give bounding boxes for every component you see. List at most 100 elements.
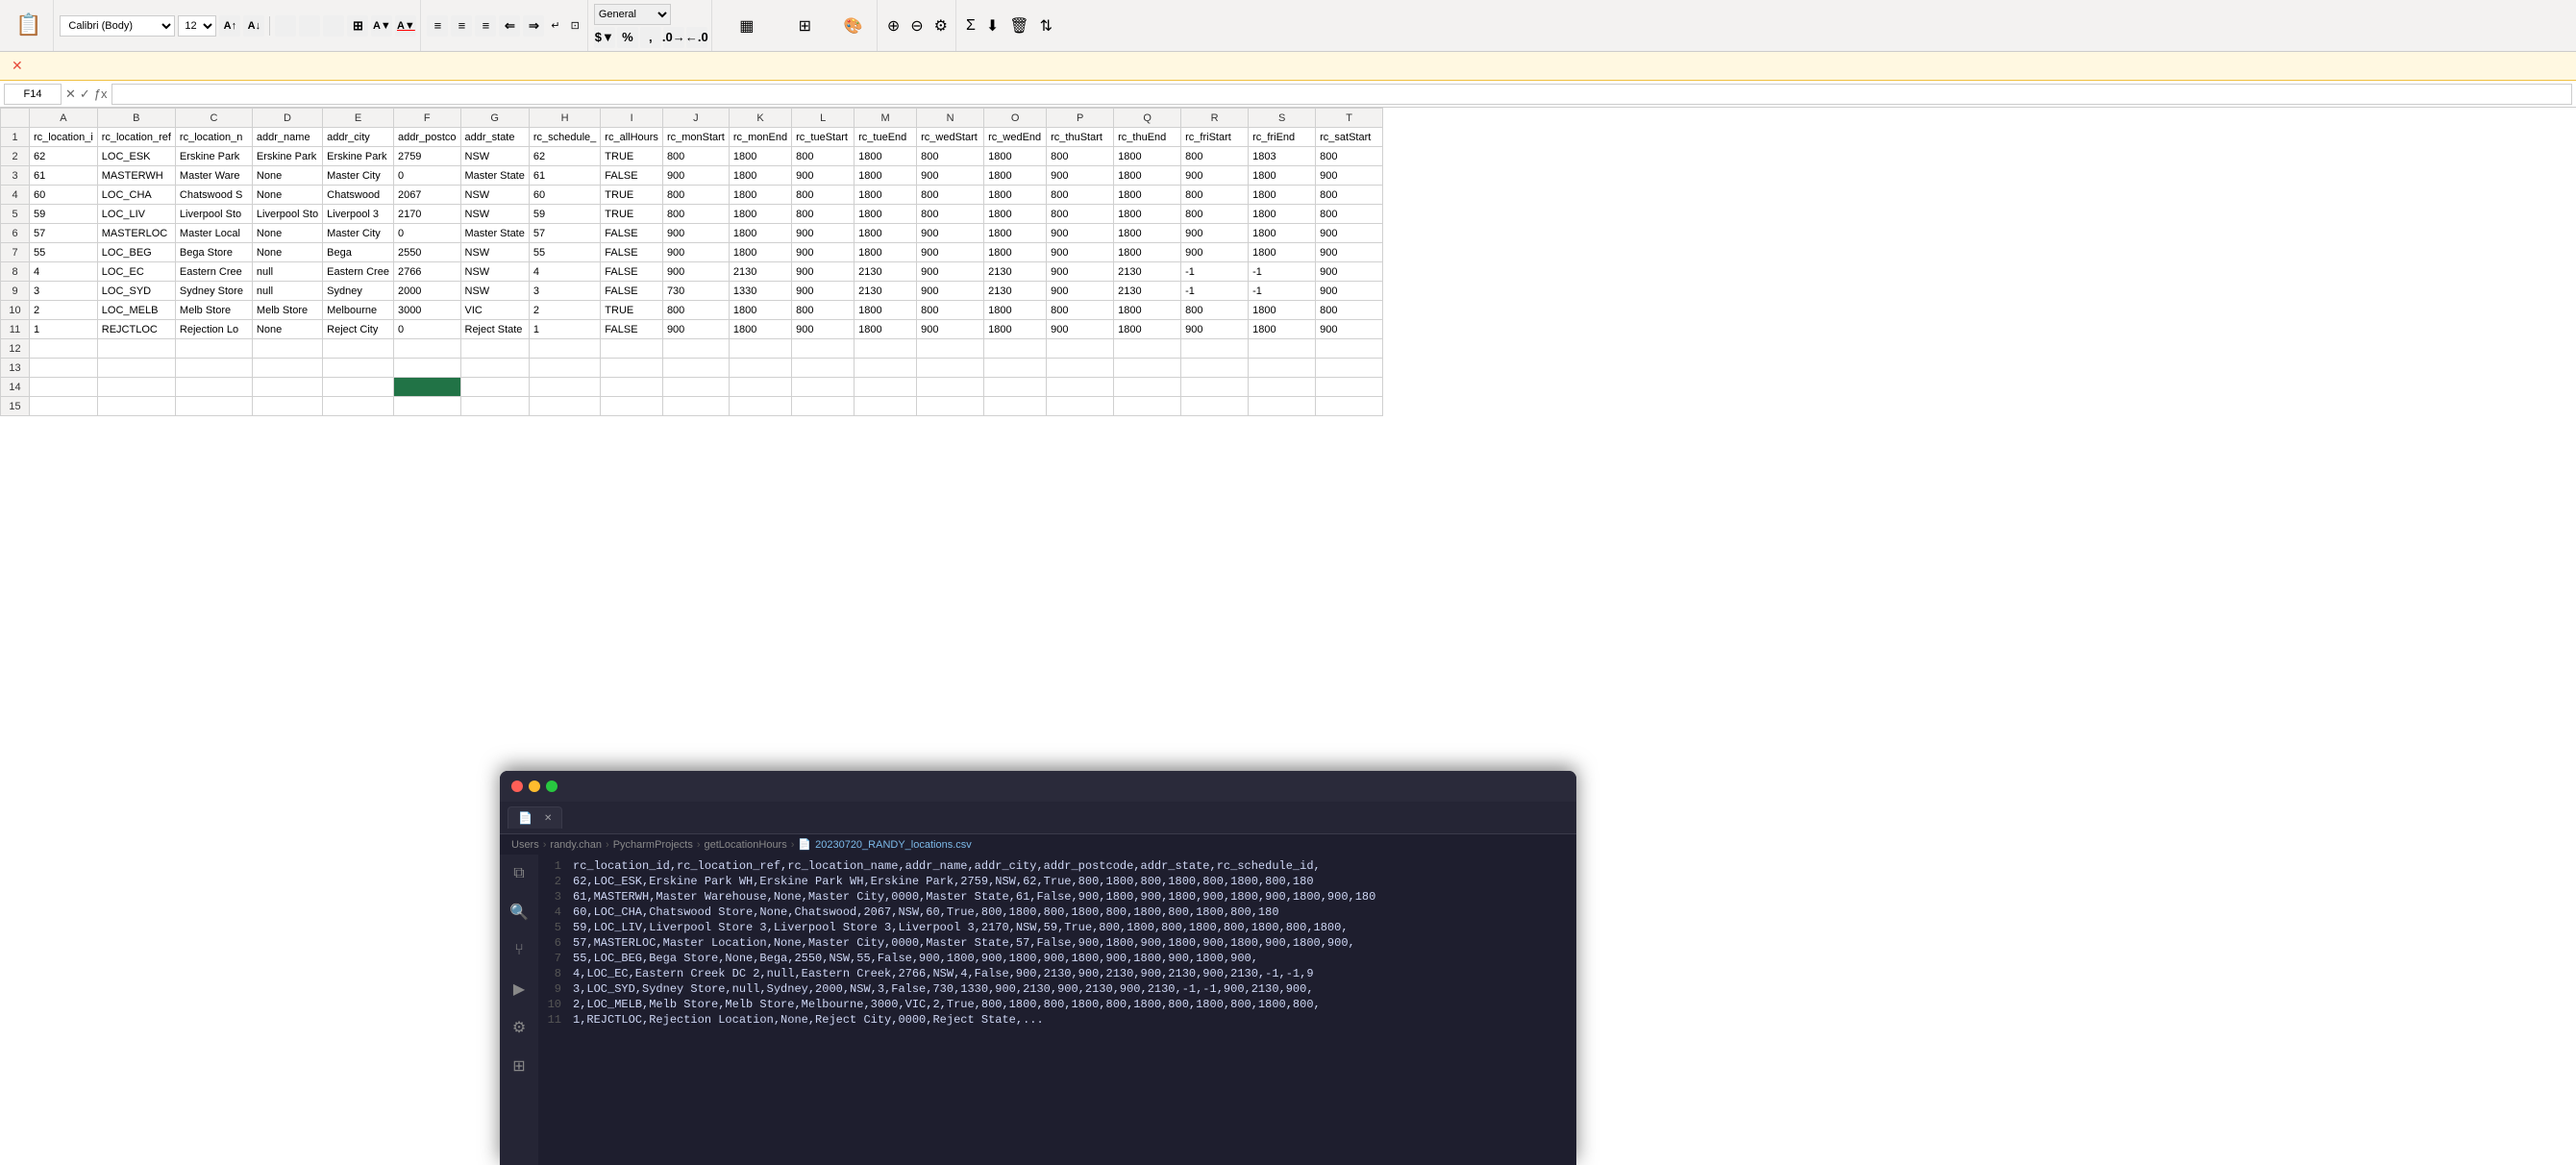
cell-4-F[interactable]: 2067	[393, 186, 460, 205]
cell-1-G[interactable]: addr_state	[460, 128, 529, 147]
align-right-button[interactable]: ≡	[475, 15, 496, 37]
cell-6-P[interactable]: 900	[1047, 224, 1114, 243]
cell-2-G[interactable]: NSW	[460, 147, 529, 166]
col-header-M[interactable]: M	[855, 109, 917, 128]
cell-5-K[interactable]: 1800	[729, 205, 791, 224]
cell-2-J[interactable]: 800	[662, 147, 729, 166]
breadcrumb-file[interactable]: 📄 20230720_RANDY_locations.csv	[798, 838, 971, 851]
cell-6-R[interactable]: 900	[1181, 224, 1249, 243]
cell-12-L[interactable]	[792, 339, 855, 359]
cell-3-H[interactable]: 61	[529, 166, 600, 186]
cell-11-Q[interactable]: 1800	[1114, 320, 1181, 339]
cell-5-P[interactable]: 800	[1047, 205, 1114, 224]
cell-12-N[interactable]	[917, 339, 984, 359]
cell-11-R[interactable]: 900	[1181, 320, 1249, 339]
cell-2-T[interactable]: 800	[1316, 147, 1383, 166]
cell-4-O[interactable]: 1800	[984, 186, 1047, 205]
cell-4-L[interactable]: 800	[792, 186, 855, 205]
cell-14-G[interactable]	[460, 378, 529, 397]
cell-5-G[interactable]: NSW	[460, 205, 529, 224]
cell-1-N[interactable]: rc_wedStart	[917, 128, 984, 147]
cell-10-I[interactable]: TRUE	[601, 301, 663, 320]
cell-6-Q[interactable]: 1800	[1114, 224, 1181, 243]
cell-9-Q[interactable]: 2130	[1114, 282, 1181, 301]
cell-4-A[interactable]: 60	[30, 186, 98, 205]
cell-1-F[interactable]: addr_postco	[393, 128, 460, 147]
delete-cells-button[interactable]: ⊖	[906, 16, 927, 36]
sort-filter-button[interactable]: ⇅	[1036, 16, 1056, 36]
cell-1-J[interactable]: rc_monStart	[662, 128, 729, 147]
cell-14-T[interactable]	[1316, 378, 1383, 397]
cell-8-H[interactable]: 4	[529, 262, 600, 282]
cell-3-A[interactable]: 61	[30, 166, 98, 186]
col-header-R[interactable]: R	[1181, 109, 1249, 128]
cell-11-M[interactable]: 1800	[855, 320, 917, 339]
cell-9-O[interactable]: 2130	[984, 282, 1047, 301]
cell-7-J[interactable]: 900	[662, 243, 729, 262]
col-header-H[interactable]: H	[529, 109, 600, 128]
cell-7-N[interactable]: 900	[917, 243, 984, 262]
cell-10-R[interactable]: 800	[1181, 301, 1249, 320]
cell-3-J[interactable]: 900	[662, 166, 729, 186]
cell-13-D[interactable]	[252, 359, 322, 378]
cell-10-F[interactable]: 3000	[393, 301, 460, 320]
col-header-E[interactable]: E	[323, 109, 394, 128]
cell-3-M[interactable]: 1800	[855, 166, 917, 186]
cell-6-K[interactable]: 1800	[729, 224, 791, 243]
cell-4-K[interactable]: 1800	[729, 186, 791, 205]
breadcrumb-randy[interactable]: randy.chan	[550, 839, 602, 851]
cell-11-I[interactable]: FALSE	[601, 320, 663, 339]
fill-color-button[interactable]: A▼	[371, 15, 392, 37]
cell-5-R[interactable]: 800	[1181, 205, 1249, 224]
cell-3-D[interactable]: None	[252, 166, 322, 186]
cell-13-Q[interactable]	[1114, 359, 1181, 378]
col-header-J[interactable]: J	[662, 109, 729, 128]
cell-8-G[interactable]: NSW	[460, 262, 529, 282]
cell-10-N[interactable]: 800	[917, 301, 984, 320]
cell-4-I[interactable]: TRUE	[601, 186, 663, 205]
cell-13-F[interactable]	[393, 359, 460, 378]
cell-7-E[interactable]: Bega	[323, 243, 394, 262]
cell-6-A[interactable]: 57	[30, 224, 98, 243]
cell-14-H[interactable]	[529, 378, 600, 397]
cell-12-F[interactable]	[393, 339, 460, 359]
cell-2-A[interactable]: 62	[30, 147, 98, 166]
cell-10-D[interactable]: Melb Store	[252, 301, 322, 320]
cell-11-E[interactable]: Reject City	[323, 320, 394, 339]
col-header-L[interactable]: L	[792, 109, 855, 128]
cell-12-I[interactable]	[601, 339, 663, 359]
cell-9-K[interactable]: 1330	[729, 282, 791, 301]
cell-7-T[interactable]: 900	[1316, 243, 1383, 262]
cell-14-J[interactable]	[662, 378, 729, 397]
cell-5-C[interactable]: Liverpool Sto	[175, 205, 252, 224]
col-header-G[interactable]: G	[460, 109, 529, 128]
cell-14-D[interactable]	[252, 378, 322, 397]
cell-6-J[interactable]: 900	[662, 224, 729, 243]
cell-13-B[interactable]	[97, 359, 175, 378]
cell-8-B[interactable]: LOC_EC	[97, 262, 175, 282]
cell-9-R[interactable]: -1	[1181, 282, 1249, 301]
cell-9-I[interactable]: FALSE	[601, 282, 663, 301]
cell-6-B[interactable]: MASTERLOC	[97, 224, 175, 243]
cell-11-A[interactable]: 1	[30, 320, 98, 339]
cell-3-C[interactable]: Master Ware	[175, 166, 252, 186]
cell-6-D[interactable]: None	[252, 224, 322, 243]
cell-4-D[interactable]: None	[252, 186, 322, 205]
cell-6-C[interactable]: Master Local	[175, 224, 252, 243]
cell-1-C[interactable]: rc_location_n	[175, 128, 252, 147]
cell-2-S[interactable]: 1803	[1249, 147, 1316, 166]
cell-7-F[interactable]: 2550	[393, 243, 460, 262]
cell-2-Q[interactable]: 1800	[1114, 147, 1181, 166]
cell-12-D[interactable]	[252, 339, 322, 359]
cell-7-O[interactable]: 1800	[984, 243, 1047, 262]
cell-2-E[interactable]: Erskine Park	[323, 147, 394, 166]
cell-12-G[interactable]	[460, 339, 529, 359]
cell-1-P[interactable]: rc_thuStart	[1047, 128, 1114, 147]
cell-10-S[interactable]: 1800	[1249, 301, 1316, 320]
cell-14-F[interactable]	[393, 378, 460, 397]
col-header-S[interactable]: S	[1249, 109, 1316, 128]
cell-14-O[interactable]	[984, 378, 1047, 397]
cell-3-G[interactable]: Master State	[460, 166, 529, 186]
cell-5-N[interactable]: 800	[917, 205, 984, 224]
cell-4-J[interactable]: 800	[662, 186, 729, 205]
